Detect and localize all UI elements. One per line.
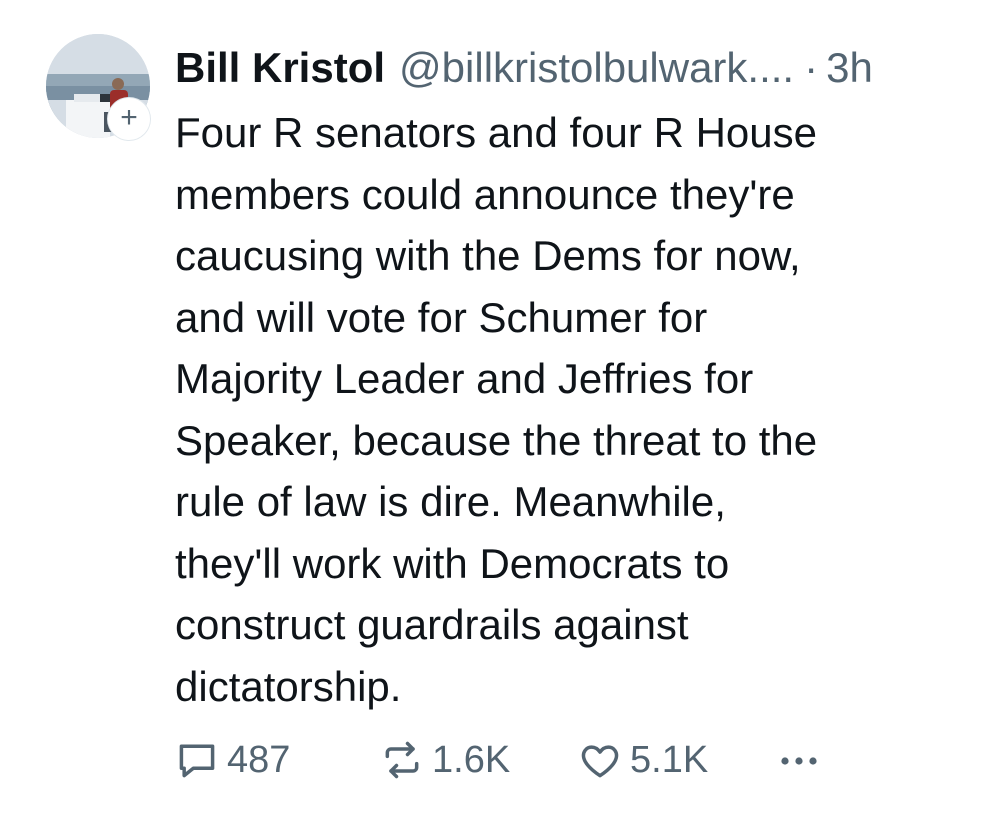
repost-icon xyxy=(380,738,424,782)
post[interactable]: + Bill Kristol @billkristolbulwark.... ·… xyxy=(0,0,1000,833)
plus-icon: + xyxy=(120,101,138,134)
action-bar: 487 1.6K 5.1K xyxy=(175,735,835,785)
post-header: Bill Kristol @billkristolbulwark.... · 3… xyxy=(175,40,873,96)
separator-dot: · xyxy=(804,44,819,91)
repost-count: 1.6K xyxy=(432,738,511,781)
reply-count: 487 xyxy=(227,738,291,781)
post-text: Four R senators and four R House members… xyxy=(175,109,818,710)
reply-icon xyxy=(175,738,219,782)
follow-button[interactable]: + xyxy=(108,98,150,140)
repost-button[interactable]: 1.6K xyxy=(380,735,510,785)
display-name[interactable]: Bill Kristol xyxy=(175,40,385,96)
timestamp[interactable]: 3h xyxy=(826,40,873,96)
more-icon xyxy=(775,738,823,782)
heart-icon xyxy=(578,738,622,782)
like-count: 5.1K xyxy=(630,738,709,781)
reply-button[interactable]: 487 xyxy=(175,735,290,785)
like-button[interactable]: 5.1K xyxy=(578,735,708,785)
more-options-button[interactable] xyxy=(775,735,823,785)
user-handle[interactable]: @billkristolbulwark.... xyxy=(399,40,794,96)
